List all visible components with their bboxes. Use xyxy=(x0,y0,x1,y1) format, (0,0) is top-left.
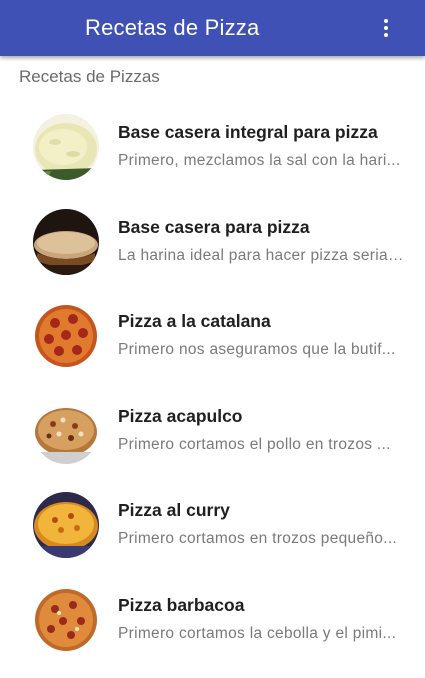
recipe-item-curry[interactable]: Pizza al curry Primero cortamos en trozo… xyxy=(0,489,425,584)
recipe-title: Pizza a la catalana xyxy=(118,310,405,332)
section-title: Recetas de Pizzas xyxy=(19,66,160,88)
recipe-item-catalana[interactable]: Pizza a la catalana Primero nos aseguram… xyxy=(0,300,425,395)
pizza-base-image xyxy=(33,209,99,275)
recipe-title: Pizza barbacoa xyxy=(118,594,405,616)
recipe-item-base-integral[interactable]: Base casera integral para pizza Primero,… xyxy=(0,111,425,206)
recipe-title: Pizza al curry xyxy=(118,499,405,521)
recipe-title: Pizza acapulco xyxy=(118,405,405,427)
chicken-pizza-image xyxy=(33,398,99,464)
app-bar: Recetas de Pizza xyxy=(0,0,425,56)
recipe-item-base-casera[interactable]: Base casera para pizza La harina ideal p… xyxy=(0,206,425,301)
recipe-list[interactable]: Base casera integral para pizza Primero,… xyxy=(0,111,425,678)
recipe-description: Primero cortamos la cebolla y el pimi... xyxy=(118,624,404,644)
more-vert-icon xyxy=(384,19,388,37)
recipe-title: Base casera para pizza xyxy=(118,216,405,238)
recipe-description: Primero nos aseguramos que la butif... xyxy=(118,340,404,360)
recipe-description: Primero cortamos el pollo en trozos ... xyxy=(118,435,404,455)
bbq-pizza-image xyxy=(33,587,99,653)
pepperoni-pizza-image xyxy=(33,303,99,369)
pizza-dough-image xyxy=(33,114,99,180)
app-title: Recetas de Pizza xyxy=(85,14,259,42)
recipe-item-barbacoa[interactable]: Pizza barbacoa Primero cortamos la cebol… xyxy=(0,584,425,678)
curry-pizza-image xyxy=(33,492,99,558)
recipe-description: Primero, mezclamos la sal con la hari... xyxy=(118,151,404,171)
overflow-menu-button[interactable] xyxy=(371,12,401,44)
recipe-title: Base casera integral para pizza xyxy=(118,121,405,143)
recipe-item-acapulco[interactable]: Pizza acapulco Primero cortamos el pollo… xyxy=(0,395,425,490)
recipe-description: La harina ideal para hacer pizza seria .… xyxy=(118,246,404,266)
recipe-description: Primero cortamos en trozos pequeño... xyxy=(118,529,404,549)
